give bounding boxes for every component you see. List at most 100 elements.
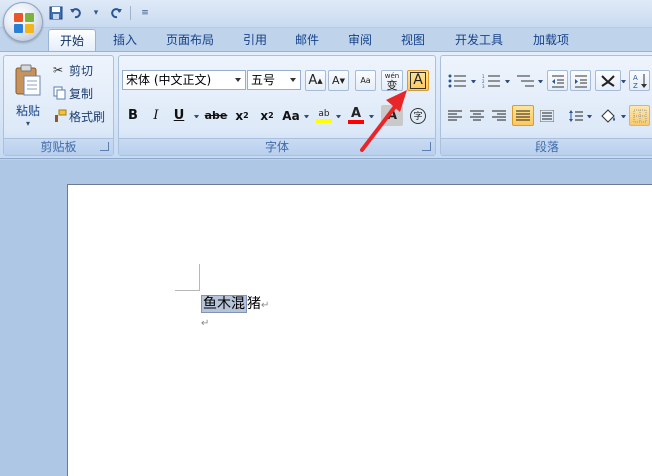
- underline-button[interactable]: U: [169, 105, 189, 126]
- tab-insert[interactable]: 插入: [103, 29, 147, 52]
- sort-icon: AZ: [633, 73, 647, 89]
- tab-page-layout[interactable]: 页面布局: [157, 29, 223, 52]
- align-center-icon: [470, 110, 484, 120]
- multilevel-list-button[interactable]: [513, 70, 539, 91]
- enclose-characters-button[interactable]: 字: [407, 105, 429, 126]
- paragraph-mark-1: ↵: [261, 300, 270, 311]
- font-size-combo[interactable]: 五号: [247, 70, 301, 90]
- bold-button[interactable]: B: [123, 105, 143, 126]
- shrink-font-button[interactable]: A ▼: [328, 70, 349, 91]
- align-left-icon: [448, 110, 462, 120]
- tab-home[interactable]: 开始: [48, 29, 96, 52]
- shading-button[interactable]: [597, 105, 619, 126]
- line-spacing-dropdown-icon[interactable]: [587, 115, 592, 118]
- shrink-font-icon: A: [332, 74, 340, 87]
- tab-mailings[interactable]: 邮件: [287, 29, 327, 52]
- copy-label: 复制: [69, 86, 94, 101]
- font-launcher-icon[interactable]: [422, 142, 431, 151]
- line-spacing-button[interactable]: [565, 105, 587, 126]
- highlight-button[interactable]: ab: [313, 105, 335, 126]
- margin-corner-horizontal: [175, 290, 200, 291]
- change-case-dropdown-icon[interactable]: [304, 115, 309, 118]
- highlight-color-bar: [316, 118, 332, 123]
- shading-dropdown-icon[interactable]: [621, 115, 626, 118]
- font-name-combo[interactable]: 宋体 (中文正文): [122, 70, 246, 90]
- justify-button[interactable]: [512, 105, 534, 126]
- asian-layout-button[interactable]: [595, 70, 621, 91]
- font-color-dropdown-icon[interactable]: [369, 115, 374, 118]
- highlight-icon: ab: [318, 108, 330, 119]
- quick-access-toolbar: ▾ ≡: [48, 4, 153, 22]
- document-line-1[interactable]: 鱼木混 猪↵: [201, 293, 270, 313]
- character-shading-button[interactable]: A: [381, 105, 403, 126]
- paste-icon: [15, 64, 41, 96]
- increase-indent-button[interactable]: [570, 70, 591, 91]
- format-painter-button[interactable]: 格式刷: [52, 106, 114, 126]
- cut-label: 剪切: [69, 63, 94, 78]
- copy-button[interactable]: 复制: [52, 83, 112, 103]
- format-painter-label: 格式刷: [69, 109, 106, 124]
- underline-dropdown-icon[interactable]: [194, 115, 199, 118]
- font-size-dropdown-icon[interactable]: [287, 71, 300, 89]
- justify-icon: [516, 110, 530, 120]
- save-icon[interactable]: [48, 5, 64, 21]
- align-right-button[interactable]: [489, 105, 509, 126]
- tab-references[interactable]: 引用: [235, 29, 275, 52]
- cut-button[interactable]: ✂ 剪切: [52, 60, 112, 80]
- numbering-button[interactable]: 123: [479, 70, 505, 91]
- align-center-button[interactable]: [467, 105, 487, 126]
- clipboard-launcher-icon[interactable]: [100, 142, 109, 151]
- decrease-indent-icon: [551, 75, 564, 87]
- distributed-button[interactable]: [537, 105, 557, 126]
- qat-separator: [130, 6, 131, 20]
- decrease-indent-button[interactable]: [547, 70, 568, 91]
- grow-font-button[interactable]: A ▲: [305, 70, 326, 91]
- superscript-button[interactable]: x2: [256, 105, 278, 126]
- undo-icon[interactable]: [68, 5, 84, 21]
- paste-button[interactable]: 粘贴 ▾: [8, 58, 48, 134]
- phonetic-guide-button[interactable]: wén 变: [381, 70, 403, 91]
- bullets-button[interactable]: [445, 70, 471, 91]
- change-case-button[interactable]: Aa: [280, 105, 302, 126]
- strikethrough-button[interactable]: abe: [204, 105, 228, 126]
- tab-developer[interactable]: 开发工具: [446, 29, 512, 52]
- increase-indent-icon: [574, 75, 587, 87]
- character-border-button[interactable]: A: [407, 70, 429, 91]
- character-border-icon: A: [410, 72, 426, 89]
- asian-layout-dropdown-icon[interactable]: [621, 80, 626, 83]
- bullets-icon: [448, 74, 466, 87]
- enclose-characters-icon: 字: [410, 107, 426, 124]
- font-group: 宋体 (中文正文) 五号 A ▲ A ▼ Aa wén 变 A B I U abe …: [118, 55, 436, 156]
- numbering-icon: 123: [482, 74, 500, 88]
- svg-text:Z: Z: [633, 82, 638, 89]
- undo-dropdown-icon[interactable]: ▾: [88, 5, 104, 21]
- font-name-dropdown-icon[interactable]: [232, 71, 245, 89]
- bullets-dropdown-icon[interactable]: [471, 80, 476, 83]
- tab-addins[interactable]: 加载项: [524, 29, 578, 52]
- subscript-mark: 2: [243, 111, 249, 120]
- document-page[interactable]: [67, 184, 652, 476]
- paragraph-group-label: 段落: [441, 138, 652, 155]
- tab-review[interactable]: 审阅: [340, 29, 380, 52]
- office-button[interactable]: [3, 2, 43, 42]
- selected-text[interactable]: 鱼木混: [201, 295, 247, 313]
- font-color-icon: A: [350, 106, 362, 121]
- sort-button[interactable]: AZ: [629, 70, 650, 91]
- format-painter-icon: [55, 109, 67, 122]
- customize-qat-icon[interactable]: ≡: [137, 5, 153, 21]
- redo-icon[interactable]: [108, 5, 124, 21]
- borders-button[interactable]: [629, 105, 650, 126]
- subscript-button[interactable]: x2: [231, 105, 253, 126]
- unselected-text[interactable]: 猪: [247, 296, 261, 312]
- italic-button[interactable]: I: [146, 105, 166, 126]
- align-left-button[interactable]: [445, 105, 465, 126]
- font-color-button[interactable]: A: [345, 105, 367, 126]
- title-bar: ▾ ≡: [0, 0, 652, 28]
- superscript-x: x: [260, 108, 269, 123]
- highlight-dropdown-icon[interactable]: [336, 115, 341, 118]
- clear-formatting-button[interactable]: Aa: [355, 70, 376, 91]
- tab-view[interactable]: 视图: [393, 29, 433, 52]
- font-color-bar: [348, 120, 364, 124]
- numbering-dropdown-icon[interactable]: [505, 80, 510, 83]
- multilevel-list-dropdown-icon[interactable]: [538, 80, 543, 83]
